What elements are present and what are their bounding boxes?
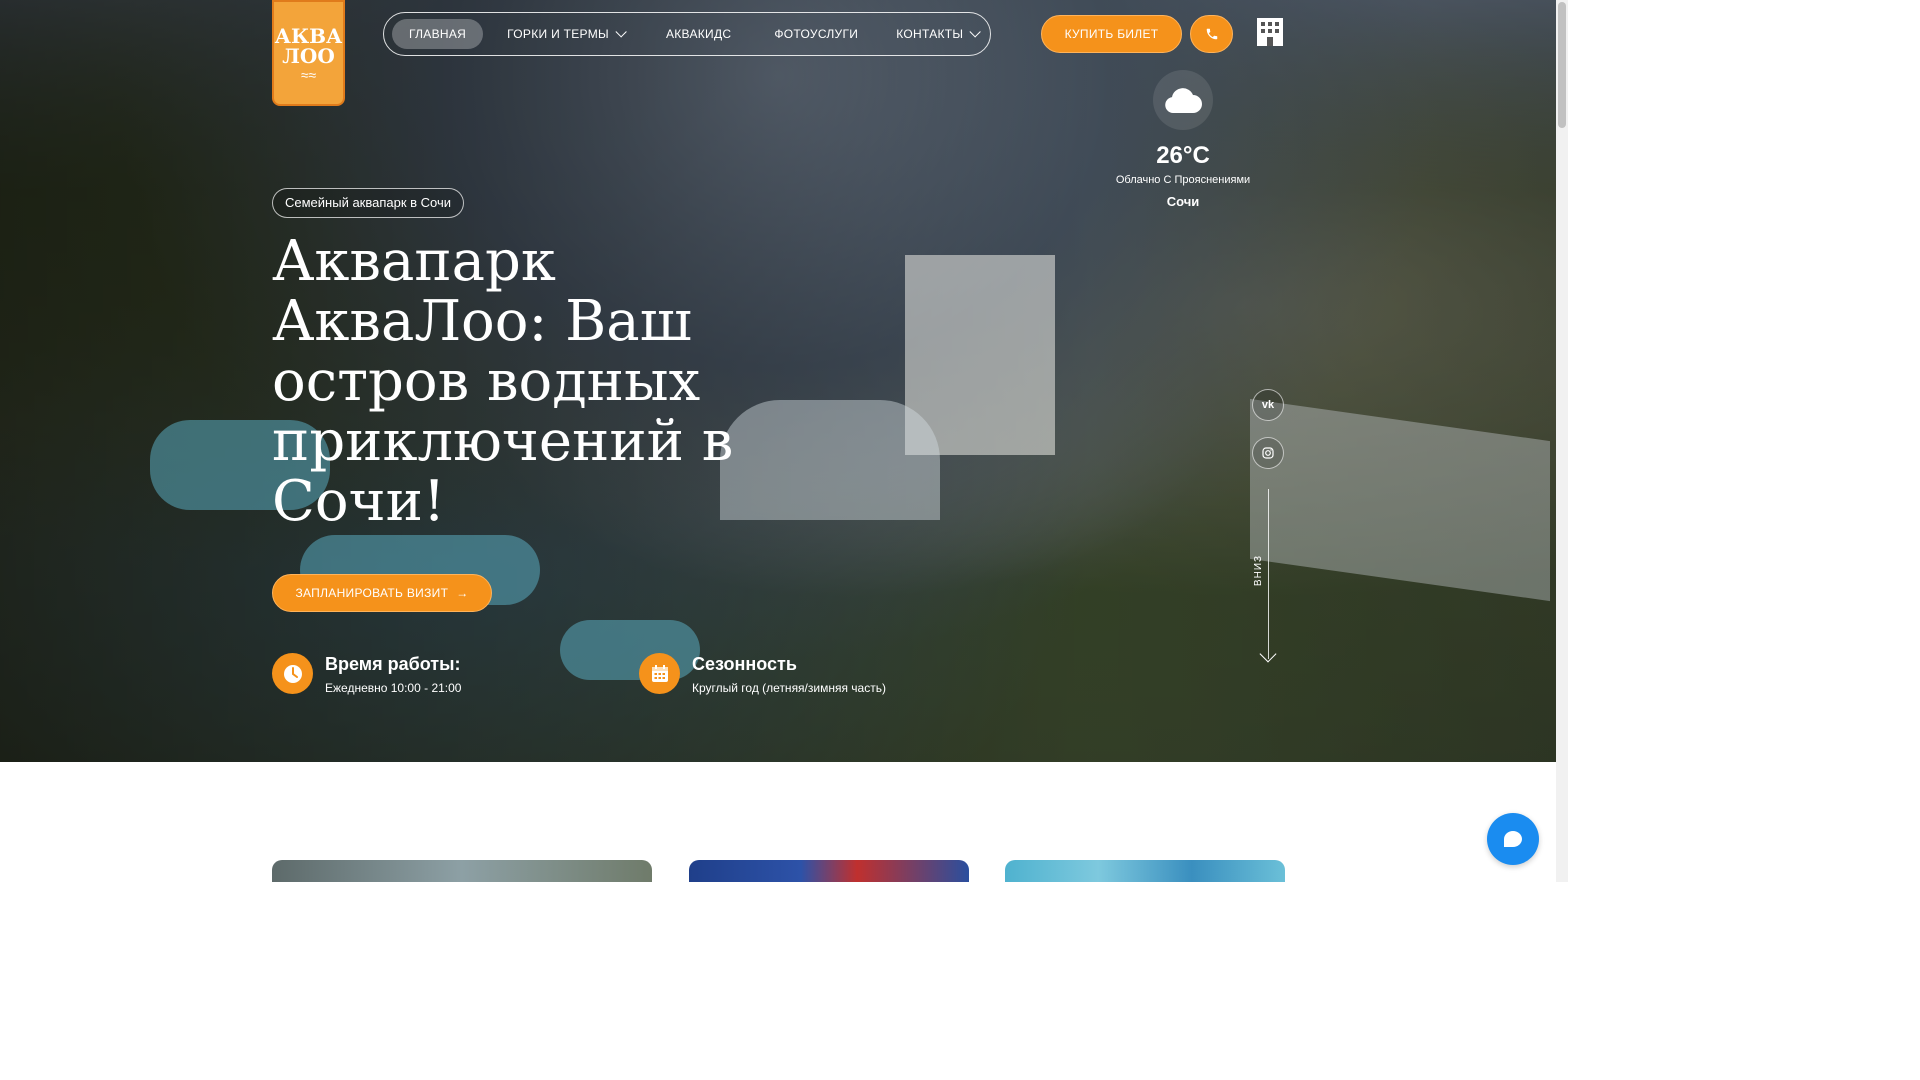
nav-item-label: ФОТОУСЛУГИ xyxy=(774,27,859,41)
nav-item-label: КОНТАКТЫ xyxy=(896,27,964,41)
instagram-icon[interactable] xyxy=(1252,437,1284,469)
plan-visit-label: ЗАПЛАНИРОВАТЬ ВИЗИТ xyxy=(295,586,449,600)
weather-widget: 26°C Облачно С Прояснениями Сочи xyxy=(1100,70,1266,209)
buy-ticket-button[interactable]: КУПИТЬ БИЛЕТ xyxy=(1041,15,1182,53)
scroll-down-line xyxy=(1268,489,1269,659)
logo-line1: АКВА xyxy=(274,24,343,48)
nav-item-aquakids[interactable]: АКВАКИДС xyxy=(649,19,748,49)
nav-item-contacts[interactable]: КОНТАКТЫ xyxy=(879,19,994,49)
chat-button[interactable] xyxy=(1487,813,1539,865)
nav-item-photo-services[interactable]: ФОТОУСЛУГИ xyxy=(757,19,875,49)
arrow-down-icon xyxy=(1259,645,1277,663)
working-hours-title: Время работы: xyxy=(325,654,461,674)
building-icon[interactable] xyxy=(1255,18,1285,46)
weather-temperature: 26°C xyxy=(1156,142,1210,169)
attraction-card[interactable] xyxy=(1005,860,1285,882)
hero-bg-building xyxy=(720,400,940,520)
main-nav: ГЛАВНАЯ ГОРКИ И ТЕРМЫ АКВАКИДС ФОТОУСЛУГ… xyxy=(383,12,991,56)
working-hours-text: Ежедневно 10:00 - 21:00 xyxy=(325,681,462,695)
nav-item-label: АКВАКИДС xyxy=(665,27,732,41)
weather-city: Сочи xyxy=(1166,194,1200,209)
seasonality-title: Сезонность xyxy=(692,654,797,674)
logo-waves: ≈≈ xyxy=(300,67,317,83)
seasonality-text: Круглый год (летняя/зимняя часть) xyxy=(692,681,886,695)
phone-button[interactable] xyxy=(1190,15,1233,53)
chevron-down-icon xyxy=(615,26,627,38)
weather-description: Облачно С Прояснениями xyxy=(1115,174,1251,186)
cloud-icon xyxy=(1165,88,1202,113)
hero-tag: Семейный аквапарк в Сочи xyxy=(272,188,465,218)
nav-item-slides-thermal[interactable]: ГОРКИ И ТЕРМЫ xyxy=(490,19,640,49)
attraction-card[interactable] xyxy=(272,860,652,882)
clock-icon xyxy=(272,653,313,694)
chevron-down-icon xyxy=(969,26,982,38)
weather-icon-wrap xyxy=(1153,70,1213,130)
vk-icon[interactable]: vk xyxy=(1252,389,1284,421)
seasonality: Сезонность Круглый год (летняя/зимняя ча… xyxy=(639,653,886,695)
logo-line2: ЛОО xyxy=(282,44,335,68)
site-logo[interactable]: АКВА ЛОО ≈≈ xyxy=(272,0,345,106)
hero-headline: Аквапарк АкваЛоо: Ваш остров водных прик… xyxy=(272,229,734,534)
hero-bg-building xyxy=(1250,398,1550,602)
nav-item-label: ГОРКИ И ТЕРМЫ xyxy=(507,27,609,41)
working-hours: Время работы: Ежедневно 10:00 - 21:00 xyxy=(272,653,461,695)
calendar-icon xyxy=(639,653,680,694)
nav-item-home[interactable]: ГЛАВНАЯ xyxy=(392,19,484,49)
nav-item-label: ГЛАВНАЯ xyxy=(409,27,467,41)
scroll-down-link[interactable]: ВНИЗ xyxy=(1253,555,1264,586)
plan-visit-button[interactable]: ЗАПЛАНИРОВАТЬ ВИЗИТ → xyxy=(272,574,492,612)
hero-section: АКВА ЛОО ≈≈ ГЛАВНАЯ ГОРКИ И ТЕРМЫ АКВАКИ… xyxy=(0,0,1556,762)
arrow-right-icon: → xyxy=(456,586,469,600)
scrollbar-track[interactable] xyxy=(1556,0,1568,882)
chat-icon xyxy=(1504,831,1522,847)
scrollbar-thumb[interactable] xyxy=(1558,2,1566,128)
attraction-card[interactable] xyxy=(689,860,969,882)
phone-icon xyxy=(1206,28,1217,40)
